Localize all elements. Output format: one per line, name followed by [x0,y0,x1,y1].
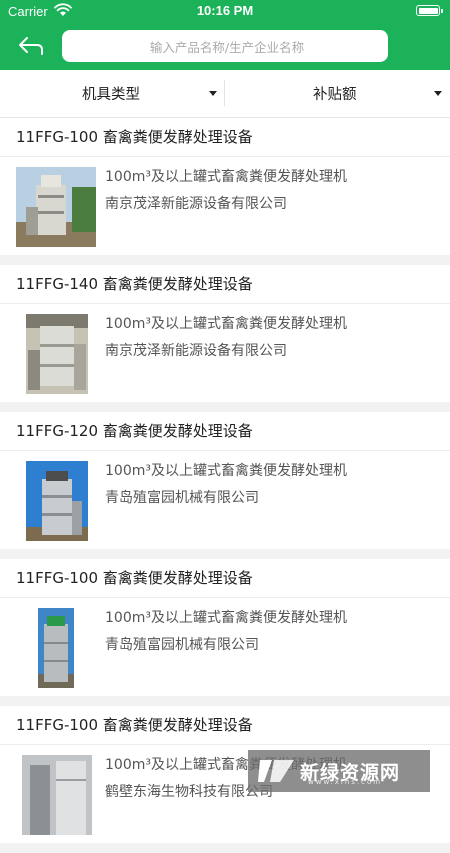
watermark: 新绿资源网 www.xlhs.com [248,750,430,792]
product-image [26,461,88,541]
clock: 10:16 PM [196,3,254,18]
filter-subsidy[interactable]: 补贴额 [313,70,357,117]
battery-icon [416,5,443,16]
filter-bar: 机具类型 补贴额 [0,70,450,118]
filter-divider [224,80,225,106]
product-description: 100m³及以上罐式畜禽粪便发酵处理机 [105,610,347,626]
list-item[interactable]: 11FFG-100 畜禽粪便发酵处理设备 100m³及以上罐式畜禽粪便发酵处理机… [0,559,450,696]
search-input[interactable] [62,30,392,64]
company-name: 南京茂泽新能源设备有限公司 [105,196,287,212]
back-arrow-icon[interactable] [18,36,44,56]
chevron-down-icon [209,91,217,97]
filter-subsidy-label: 补贴额 [313,87,357,103]
list-item[interactable]: 11FFG-140 畜禽粪便发酵处理设备 100m³及以上罐式畜禽粪便发酵处理机… [0,265,450,402]
product-title: 11FFG-140 畜禽粪便发酵处理设备 [0,265,450,304]
product-title: 11FFG-100 畜禽粪便发酵处理设备 [0,559,450,598]
product-title: 11FFG-120 畜禽粪便发酵处理设备 [0,412,450,451]
watermark-logo-icon [258,760,294,782]
product-image [26,314,88,394]
product-description: 100m³及以上罐式畜禽粪便发酵处理机 [105,316,347,332]
product-description: 100m³及以上罐式畜禽粪便发酵处理机 [105,169,347,185]
status-bar: Carrier 10:16 PM [0,0,450,24]
company-name: 南京茂泽新能源设备有限公司 [105,343,287,359]
product-image [16,167,96,247]
list-item[interactable]: 11FFG-100 畜禽粪便发酵处理设备 100m³及以上罐式畜禽粪便发酵处理机… [0,118,450,255]
chevron-down-icon [434,91,442,97]
company-name: 青岛殖富园机械有限公司 [105,637,259,653]
product-description: 100m³及以上罐式畜禽粪便发酵处理机 [105,463,347,479]
product-list: 11FFG-100 畜禽粪便发酵处理设备 100m³及以上罐式畜禽粪便发酵处理机… [0,118,450,853]
search-box[interactable] [62,30,392,64]
product-image [22,755,92,835]
product-title: 11FFG-100 畜禽粪便发酵处理设备 [0,118,450,157]
company-name: 青岛殖富园机械有限公司 [105,490,259,506]
watermark-url: www.xlhs.com [308,778,383,786]
app-header: Carrier 10:16 PM [0,0,450,70]
product-image [38,608,74,688]
product-title: 11FFG-100 畜禽粪便发酵处理设备 [0,706,450,745]
list-item[interactable]: 11FFG-120 畜禽粪便发酵处理设备 100m³及以上罐式畜禽粪便发酵处理机… [0,412,450,549]
filter-equipment-type-label: 机具类型 [82,87,140,103]
filter-equipment-type[interactable]: 机具类型 [82,70,140,117]
